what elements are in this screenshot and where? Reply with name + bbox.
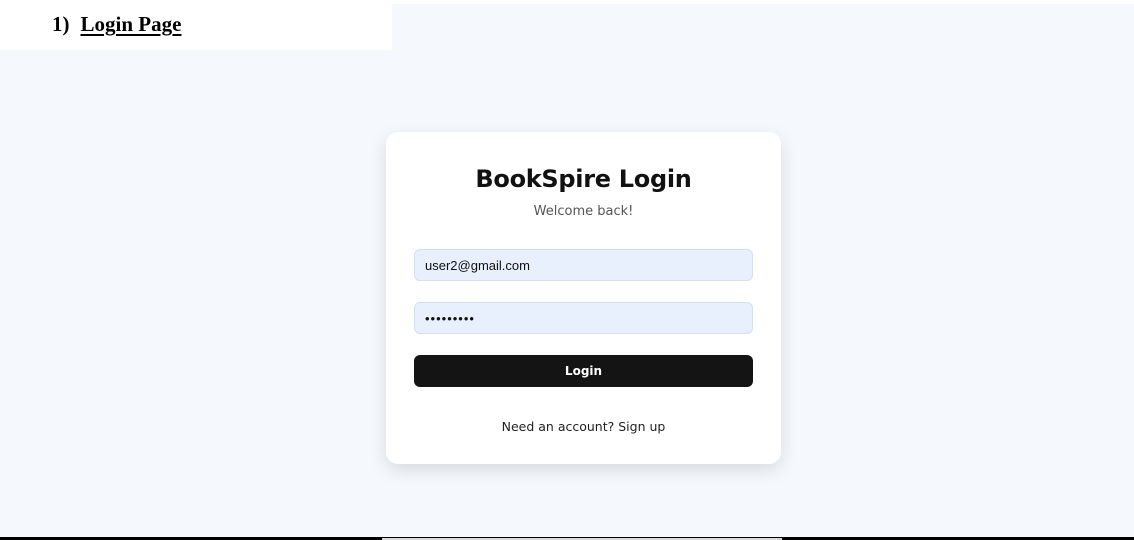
login-button[interactable]: Login bbox=[414, 355, 753, 387]
section-heading: 1) Login Page bbox=[52, 10, 181, 38]
email-field[interactable] bbox=[414, 249, 753, 281]
signup-prompt-text: Need an account? bbox=[501, 419, 615, 434]
signup-link[interactable]: Sign up bbox=[618, 419, 665, 434]
section-title: Login Page bbox=[80, 12, 182, 36]
password-field[interactable] bbox=[414, 302, 753, 334]
top-strip bbox=[392, 0, 1134, 4]
card-subtitle: Welcome back! bbox=[533, 204, 634, 219]
card-title: BookSpire Login bbox=[475, 165, 692, 193]
section-number: 1) bbox=[52, 12, 70, 36]
signup-prompt: Need an account? Sign up bbox=[386, 418, 781, 436]
login-card: BookSpire Login Welcome back! Login Need… bbox=[386, 132, 781, 464]
